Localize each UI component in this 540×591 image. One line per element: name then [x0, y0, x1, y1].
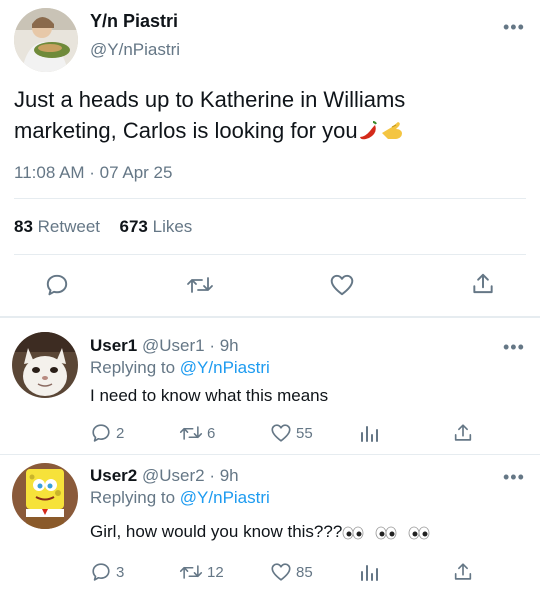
reply-author-handle[interactable]: @User2 — [142, 466, 205, 485]
reply-like-button[interactable]: 55 — [270, 422, 313, 444]
author-name[interactable]: Y/n Piastri — [90, 11, 178, 32]
like-button[interactable] — [329, 272, 355, 303]
retweet-count[interactable]: 83 — [14, 217, 33, 236]
share-icon — [473, 273, 493, 294]
heart-icon — [271, 424, 291, 442]
share-icon — [454, 563, 472, 580]
replying-to-handle[interactable]: @Y/nPiastri — [180, 358, 270, 377]
reply-text: I need to know what this means — [90, 386, 329, 405]
retweet-icon — [179, 565, 203, 579]
share-icon — [454, 424, 472, 441]
reply-header-user1: User1 @User1 · 9h — [90, 336, 239, 356]
tweet-text-content: Just a heads up to Katherine in Williams… — [14, 87, 406, 143]
reply-more-options-icon[interactable]: ••• — [503, 338, 525, 356]
retweet-count: 12 — [207, 563, 224, 581]
reply-analytics-button[interactable] — [360, 563, 380, 586]
analytics-icon — [361, 565, 378, 581]
reply-author-handle[interactable]: @User1 — [142, 336, 205, 355]
replying-to-line: Replying to @Y/nPiastri — [90, 488, 270, 508]
tweet-text: Just a heads up to Katherine in Williams… — [14, 84, 484, 149]
reply-reply-button[interactable]: 2 — [90, 422, 124, 444]
share-button[interactable] — [470, 271, 496, 302]
eyes-icon — [408, 525, 430, 545]
retweet-label[interactable]: Retweet — [38, 217, 100, 236]
reply-reply-button[interactable]: 3 — [90, 561, 124, 583]
author-handle[interactable]: @Y/nPiastri — [90, 40, 180, 60]
reply-share-button[interactable] — [452, 561, 474, 588]
hot-pepper-icon — [358, 118, 380, 149]
reply-author-name[interactable]: User2 — [90, 466, 137, 485]
reply-icon — [92, 563, 110, 581]
tweet-stats: 83 Retweet 673 Likes — [14, 217, 192, 237]
reply-avatar-user1[interactable] — [12, 332, 78, 398]
reply-more-options-icon[interactable]: ••• — [503, 468, 525, 486]
pinched-fingers-icon — [380, 118, 404, 149]
reply-count: 3 — [116, 563, 125, 581]
reply-icon — [92, 424, 110, 442]
reply-time[interactable]: · 9h — [209, 466, 238, 485]
reply-button[interactable] — [44, 272, 70, 303]
like-label[interactable]: Likes — [153, 217, 193, 236]
reply-avatar-user2[interactable] — [12, 463, 78, 529]
heart-icon — [271, 563, 291, 581]
like-count: 85 — [296, 563, 313, 581]
reply-retweet-button[interactable]: 6 — [179, 422, 215, 444]
avatar-photo-icon — [14, 8, 78, 72]
replying-to-label: Replying to — [90, 358, 176, 377]
eyes-icon — [342, 525, 364, 545]
like-count: 55 — [296, 424, 313, 442]
replying-to-handle[interactable]: @Y/nPiastri — [180, 488, 270, 507]
spongebob-avatar-icon — [12, 463, 78, 529]
reply-text-content: Girl, how would you know this??? — [90, 522, 343, 541]
reply-retweet-button[interactable]: 12 — [179, 561, 224, 583]
reply-share-button[interactable] — [452, 422, 474, 449]
eyes-icon — [375, 525, 397, 545]
heart-icon — [330, 274, 354, 296]
replying-to-line: Replying to @Y/nPiastri — [90, 358, 270, 378]
replying-to-label: Replying to — [90, 488, 176, 507]
reply-time[interactable]: · 9h — [209, 336, 238, 355]
reply-like-button[interactable]: 85 — [270, 561, 313, 583]
reply-count: 2 — [116, 424, 125, 442]
retweet-icon — [179, 426, 203, 440]
main-avatar[interactable] — [14, 8, 78, 72]
reply-analytics-button[interactable] — [360, 424, 380, 447]
retweet-icon — [187, 277, 213, 293]
reply-icon — [46, 274, 68, 296]
analytics-icon — [361, 426, 378, 442]
more-options-icon[interactable]: ••• — [503, 18, 525, 36]
retweet-button[interactable] — [186, 272, 214, 303]
cat-avatar-icon — [12, 332, 78, 398]
reply-header-user2: User2 @User2 · 9h — [90, 466, 239, 486]
tweet-timestamp[interactable]: 11:08 AM · 07 Apr 25 — [14, 163, 172, 183]
reply-text: Girl, how would you know this??? — [90, 522, 430, 545]
reply-author-name[interactable]: User1 — [90, 336, 137, 355]
retweet-count: 6 — [207, 424, 216, 442]
like-count[interactable]: 673 — [120, 217, 148, 236]
